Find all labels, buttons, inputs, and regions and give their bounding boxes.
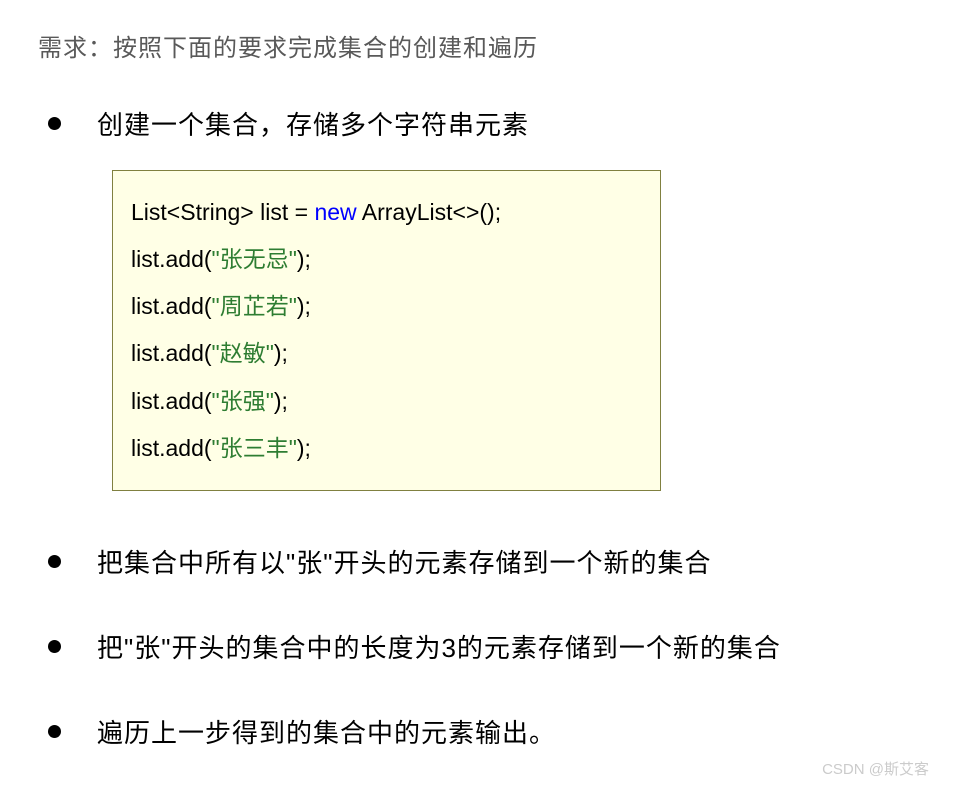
bullet-dot-icon [48,117,61,130]
bullet-dot-icon [48,725,61,738]
code-line: list.add("张强"); [131,378,642,425]
string-literal: "赵敏" [212,340,274,366]
watermark-text: CSDN @斯艾客 [822,758,929,779]
code-seg: ArrayList<>(); [357,199,501,225]
string-literal: "张强" [212,388,274,414]
code-line: list.add("赵敏"); [131,330,642,377]
bullet-text: 把集合中所有以"张"开头的元素存储到一个新的集合 [97,543,711,580]
code-seg: List<String> list = [131,199,314,225]
bullet-text: 把"张"开头的集合中的长度为3的元素存储到一个新的集合 [97,628,781,665]
code-seg: ); [297,293,311,319]
bullet-item-1: 创建一个集合，存储多个字符串元素 [38,105,931,142]
code-seg: list.add( [131,246,212,272]
code-seg: list.add( [131,388,212,414]
code-seg: list.add( [131,435,212,461]
code-line: list.add("周芷若"); [131,283,642,330]
code-line: List<String> list = new ArrayList<>(); [131,189,642,236]
code-line: list.add("张三丰"); [131,425,642,472]
bullet-text: 创建一个集合，存储多个字符串元素 [97,105,529,142]
string-literal: "张三丰" [212,435,297,461]
code-seg: ); [274,340,288,366]
bullet-dot-icon [48,555,61,568]
code-seg: ); [274,388,288,414]
bullet-item-3: 把"张"开头的集合中的长度为3的元素存储到一个新的集合 [38,628,931,665]
intro-text: 需求：按照下面的要求完成集合的创建和遍历 [38,28,931,63]
code-seg: ); [297,246,311,272]
bullet-dot-icon [48,640,61,653]
keyword-new: new [314,199,356,225]
code-seg: list.add( [131,293,212,319]
code-block: List<String> list = new ArrayList<>(); l… [112,170,661,491]
code-seg: ); [297,435,311,461]
string-literal: "张无忌" [212,246,297,272]
bullet-item-4: 遍历上一步得到的集合中的元素输出。 [38,713,931,750]
code-line: list.add("张无忌"); [131,236,642,283]
bullet-text: 遍历上一步得到的集合中的元素输出。 [97,713,556,750]
string-literal: "周芷若" [212,293,297,319]
bullet-item-2: 把集合中所有以"张"开头的元素存储到一个新的集合 [38,543,931,580]
code-seg: list.add( [131,340,212,366]
